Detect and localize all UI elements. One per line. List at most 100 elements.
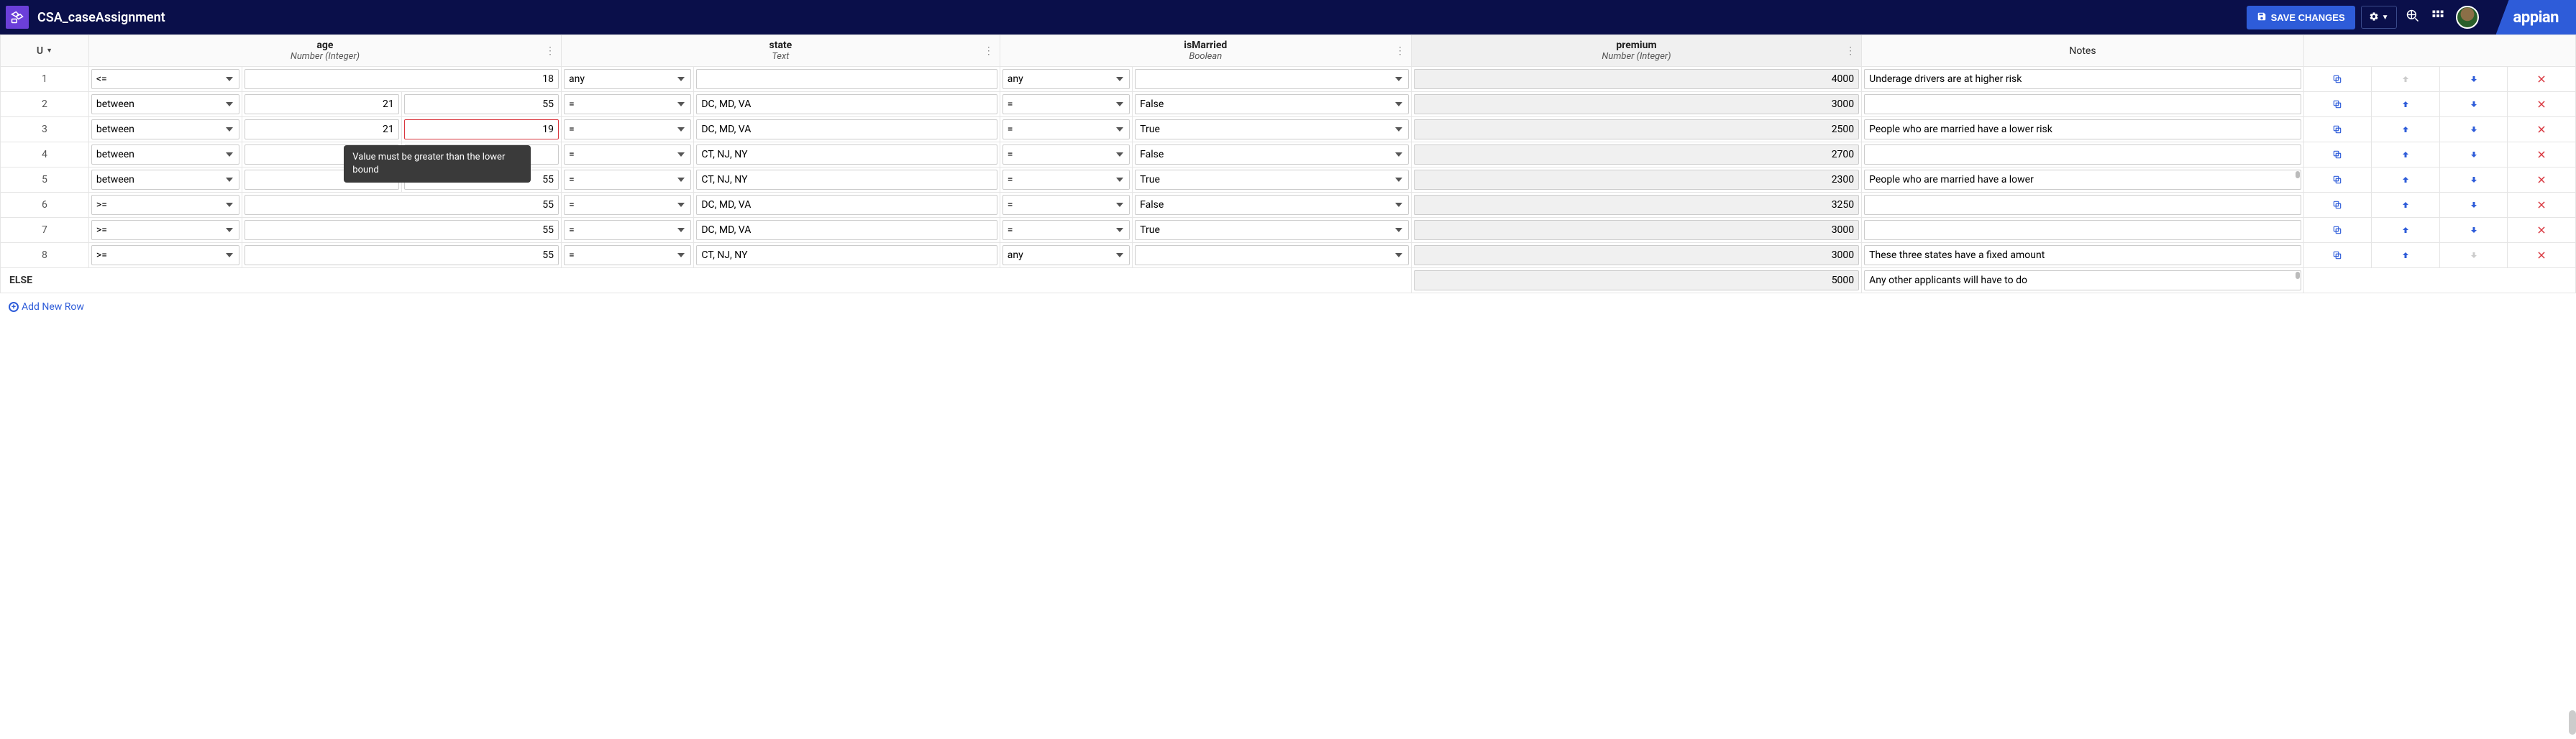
move-up-button[interactable]	[2372, 92, 2439, 116]
state-value-input[interactable]	[696, 94, 997, 114]
state-operator-select[interactable]: <=between>==any	[564, 119, 691, 139]
duplicate-row-button[interactable]	[2304, 117, 2372, 142]
age-value-input[interactable]	[245, 195, 559, 215]
delete-row-button[interactable]	[2508, 117, 2575, 142]
state-value-input[interactable]	[696, 119, 997, 139]
premium-input[interactable]	[1414, 94, 1859, 114]
state-operator-select[interactable]: <=between>==any	[564, 170, 691, 190]
premium-input[interactable]	[1414, 119, 1859, 139]
duplicate-row-button[interactable]	[2304, 243, 2372, 267]
notes-input[interactable]	[1864, 245, 2301, 265]
delete-row-button[interactable]	[2508, 167, 2575, 192]
state-value-input[interactable]	[696, 170, 997, 190]
age-operator-select[interactable]: <=between>==any	[91, 94, 239, 114]
married-operator-select[interactable]: <=between>==any	[1002, 220, 1130, 240]
state-value-input[interactable]	[696, 69, 997, 89]
married-operator-select[interactable]: <=between>==any	[1002, 69, 1130, 89]
hit-policy-header[interactable]: U▼	[1, 35, 89, 67]
duplicate-row-button[interactable]	[2304, 142, 2372, 167]
married-operator-select[interactable]: <=between>==any	[1002, 144, 1130, 165]
state-operator-select[interactable]: <=between>==any	[564, 195, 691, 215]
add-row-link[interactable]: + Add New Row	[9, 301, 84, 313]
move-up-button[interactable]	[2372, 142, 2439, 167]
state-operator-select[interactable]: <=between>==any	[564, 94, 691, 114]
age-operator-select[interactable]: <=between>==any	[91, 245, 239, 265]
state-value-input[interactable]	[696, 220, 997, 240]
age-upper-input[interactable]	[404, 94, 559, 114]
move-down-button[interactable]	[2440, 193, 2508, 217]
age-operator-select[interactable]: <=between>==any	[91, 119, 239, 139]
married-value-select[interactable]: TrueFalse	[1135, 94, 1409, 114]
notes-input[interactable]	[1864, 94, 2301, 114]
premium-input[interactable]	[1414, 220, 1859, 240]
premium-input[interactable]	[1414, 144, 1859, 165]
column-menu-state[interactable]: ⋮	[984, 45, 994, 57]
settings-menu-button[interactable]: ▼	[2361, 6, 2397, 29]
age-operator-select[interactable]: <=between>==any	[91, 220, 239, 240]
married-operator-select[interactable]: <=between>==any	[1002, 94, 1130, 114]
delete-row-button[interactable]	[2508, 142, 2575, 167]
delete-row-button[interactable]	[2508, 92, 2575, 116]
married-value-select[interactable]: TrueFalse	[1135, 170, 1409, 190]
married-operator-select[interactable]: <=between>==any	[1002, 195, 1130, 215]
move-up-button[interactable]	[2372, 117, 2439, 142]
state-value-input[interactable]	[696, 245, 997, 265]
duplicate-row-button[interactable]	[2304, 92, 2372, 116]
delete-row-button[interactable]	[2508, 218, 2575, 242]
premium-input[interactable]	[1414, 69, 1859, 89]
delete-row-button[interactable]	[2508, 193, 2575, 217]
married-value-select[interactable]: TrueFalse	[1135, 119, 1409, 139]
duplicate-row-button[interactable]	[2304, 67, 2372, 91]
age-value-input[interactable]	[245, 69, 559, 89]
age-operator-select[interactable]: <=between>==any	[91, 69, 239, 89]
app-grid-button[interactable]	[2429, 6, 2447, 29]
notes-input[interactable]	[1864, 270, 2301, 290]
premium-input[interactable]	[1414, 245, 1859, 265]
age-lower-input[interactable]	[245, 119, 399, 139]
married-operator-select[interactable]: <=between>==any	[1002, 119, 1130, 139]
move-down-button[interactable]	[2440, 142, 2508, 167]
notes-input[interactable]	[1864, 119, 2301, 139]
premium-input[interactable]	[1414, 270, 1859, 290]
married-operator-select[interactable]: <=between>==any	[1002, 245, 1130, 265]
married-value-select[interactable]: TrueFalse	[1135, 144, 1409, 165]
age-operator-select[interactable]: <=between>==any	[91, 195, 239, 215]
move-down-button[interactable]	[2440, 218, 2508, 242]
state-value-input[interactable]	[696, 195, 997, 215]
move-down-button[interactable]	[2440, 167, 2508, 192]
notes-input[interactable]	[1864, 170, 2301, 190]
column-menu-age[interactable]: ⋮	[545, 45, 555, 57]
age-lower-input[interactable]	[245, 94, 399, 114]
notes-input[interactable]	[1864, 144, 2301, 165]
married-value-select[interactable]: TrueFalse	[1135, 69, 1409, 89]
duplicate-row-button[interactable]	[2304, 167, 2372, 192]
move-up-button[interactable]	[2372, 193, 2439, 217]
age-value-input[interactable]	[245, 220, 559, 240]
column-menu-ismarried[interactable]: ⋮	[1395, 45, 1405, 57]
global-search-button[interactable]	[2403, 6, 2423, 29]
premium-input[interactable]	[1414, 170, 1859, 190]
duplicate-row-button[interactable]	[2304, 218, 2372, 242]
duplicate-row-button[interactable]	[2304, 193, 2372, 217]
notes-input[interactable]	[1864, 195, 2301, 215]
state-value-input[interactable]	[696, 144, 997, 165]
notes-input[interactable]	[1864, 69, 2301, 89]
move-down-button[interactable]	[2440, 117, 2508, 142]
delete-row-button[interactable]	[2508, 67, 2575, 91]
user-avatar[interactable]	[2456, 6, 2479, 29]
move-up-button[interactable]	[2372, 167, 2439, 192]
state-operator-select[interactable]: <=between>==any	[564, 220, 691, 240]
column-menu-premium[interactable]: ⋮	[1845, 45, 1855, 57]
state-operator-select[interactable]: <=between>==any	[564, 69, 691, 89]
married-operator-select[interactable]: <=between>==any	[1002, 170, 1130, 190]
move-down-button[interactable]	[2440, 67, 2508, 91]
move-down-button[interactable]	[2440, 92, 2508, 116]
move-up-button[interactable]	[2372, 218, 2439, 242]
page-scrollbar-thumb[interactable]	[2569, 710, 2576, 735]
state-operator-select[interactable]: <=between>==any	[564, 144, 691, 165]
age-upper-input[interactable]	[404, 119, 559, 139]
move-up-button[interactable]	[2372, 243, 2439, 267]
premium-input[interactable]	[1414, 195, 1859, 215]
married-value-select[interactable]: TrueFalse	[1135, 195, 1409, 215]
married-value-select[interactable]: TrueFalse	[1135, 245, 1409, 265]
